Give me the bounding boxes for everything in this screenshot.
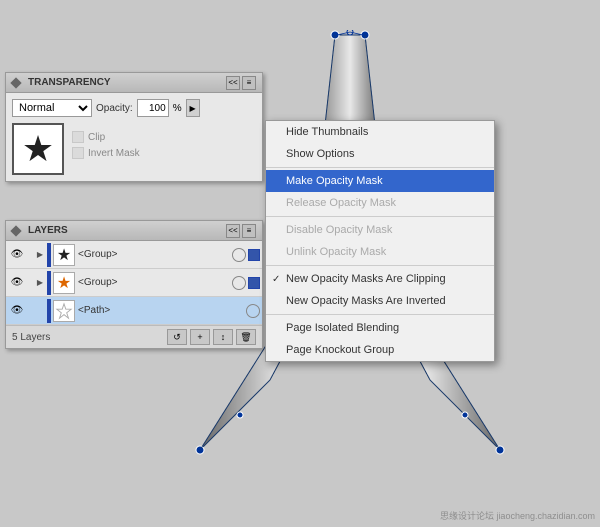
menu-new-masks-inverted[interactable]: New Opacity Masks Are Inverted: [266, 290, 494, 312]
clip-checkbox-row: Clip: [72, 131, 140, 143]
menu-make-opacity-mask-label: Make Opacity Mask: [286, 175, 383, 187]
layers-footer: 5 Layers ↺ + ↕ 🗑: [6, 325, 262, 348]
thumb-2: ★: [53, 272, 75, 294]
layer-target-3[interactable]: [246, 304, 260, 318]
eye-icon-3[interactable]: 👁: [8, 302, 26, 320]
menu-unlink-opacity-mask-label: Unlink Opacity Mask: [286, 246, 386, 258]
menu-new-masks-clipping[interactable]: New Opacity Masks Are Clipping: [266, 268, 494, 290]
layer-row-2[interactable]: 👁 ▶ ★ <Group>: [6, 269, 262, 297]
layers-rotate-btn[interactable]: ↺: [167, 329, 187, 345]
transparency-panel-header: TRANSPARENCY << ≡: [6, 73, 262, 93]
invert-checkbox: [72, 147, 84, 159]
menu-new-masks-clipping-label: New Opacity Masks Are Clipping: [286, 273, 446, 285]
transparency-title-text: TRANSPARENCY: [28, 77, 111, 88]
watermark: 思缘设计论坛 jiaocheng.chazidian.com: [440, 509, 595, 522]
menu-release-opacity-mask-label: Release Opacity Mask: [286, 197, 396, 209]
transparency-panel-controls: << ≡: [226, 76, 256, 90]
layers-panel: LAYERS << ≡ 👁 ▶ ★ <Group> 👁 ▶: [5, 220, 263, 349]
layer-icons-right-2: [232, 276, 260, 290]
menu-disable-opacity-mask: Disable Opacity Mask: [266, 219, 494, 241]
menu-separator-3: [266, 265, 494, 266]
transparency-menu-btn[interactable]: ≡: [242, 76, 256, 90]
percent-label: %: [173, 103, 182, 114]
transparency-collapse-btn[interactable]: <<: [226, 76, 240, 90]
layers-collapse-btn[interactable]: <<: [226, 224, 240, 238]
menu-new-masks-inverted-label: New Opacity Masks Are Inverted: [286, 295, 446, 307]
layers-diamond-icon: [10, 225, 21, 236]
layers-panel-header: LAYERS << ≡: [6, 221, 262, 241]
menu-show-options[interactable]: Show Options: [266, 143, 494, 165]
mask-preview-box: ★: [12, 123, 64, 175]
expand-1[interactable]: ▶: [33, 248, 47, 262]
diamond-icon: [10, 77, 21, 88]
blend-row: Normal Opacity: % ▶: [12, 99, 256, 117]
menu-separator-4: [266, 314, 494, 315]
layers-title-text: LAYERS: [28, 225, 68, 236]
thumb-1: ★: [53, 244, 75, 266]
expand-2[interactable]: ▶: [33, 276, 47, 290]
layer-name-3: <Path>: [78, 305, 246, 316]
menu-make-opacity-mask[interactable]: Make Opacity Mask: [266, 170, 494, 192]
thumb-3: [53, 300, 75, 322]
menu-release-opacity-mask: Release Opacity Mask: [266, 192, 494, 214]
eye-icon-2[interactable]: 👁: [8, 274, 26, 292]
layer-color-chip-1: [248, 249, 260, 261]
layers-body: 👁 ▶ ★ <Group> 👁 ▶ ★ <Group>: [6, 241, 262, 325]
layer-name-2: <Group>: [78, 277, 232, 288]
footer-btns: ↺ + ↕ 🗑: [167, 329, 256, 345]
layer-color-chip-2: [248, 277, 260, 289]
layer-row-1[interactable]: 👁 ▶ ★ <Group>: [6, 241, 262, 269]
menu-hide-thumbnails[interactable]: Hide Thumbnails: [266, 121, 494, 143]
color-bar-2: [47, 271, 51, 295]
menu-separator-1: [266, 167, 494, 168]
blend-mode-select[interactable]: Normal: [12, 99, 92, 117]
color-bar-3: [47, 299, 51, 323]
layers-delete-btn[interactable]: 🗑: [236, 329, 256, 345]
layer-name-1: <Group>: [78, 249, 232, 260]
layer-icons-right-1: [232, 248, 260, 262]
menu-separator-2: [266, 216, 494, 217]
layers-add-btn[interactable]: +: [190, 329, 210, 345]
color-bar-1: [47, 243, 51, 267]
clip-label: Clip: [88, 132, 105, 143]
layer-icons-right-3: [246, 304, 260, 318]
clip-checkbox: [72, 131, 84, 143]
invert-label: Invert Mask: [88, 148, 140, 159]
transparency-panel-title: TRANSPARENCY: [12, 77, 111, 88]
eye-icon-1[interactable]: 👁: [8, 246, 26, 264]
menu-show-options-label: Show Options: [286, 148, 354, 160]
layers-menu-btn[interactable]: ≡: [242, 224, 256, 238]
layers-move-btn[interactable]: ↕: [213, 329, 233, 345]
opacity-stepper[interactable]: ▶: [186, 99, 200, 117]
transparency-panel: TRANSPARENCY << ≡ Normal Opacity: % ▶ ★ …: [5, 72, 263, 182]
menu-hide-thumbnails-label: Hide Thumbnails: [286, 126, 368, 138]
transparency-panel-body: Normal Opacity: % ▶ ★ Clip Invert Mask: [6, 93, 262, 181]
layer-target-1[interactable]: [232, 248, 246, 262]
menu-page-knockout-label: Page Knockout Group: [286, 344, 394, 356]
mask-star-preview: ★: [22, 131, 54, 167]
layers-panel-controls: << ≡: [226, 224, 256, 238]
layers-count: 5 Layers: [12, 332, 50, 343]
layer-target-2[interactable]: [232, 276, 246, 290]
menu-page-knockout[interactable]: Page Knockout Group: [266, 339, 494, 361]
context-menu: Hide Thumbnails Show Options Make Opacit…: [265, 120, 495, 362]
menu-unlink-opacity-mask: Unlink Opacity Mask: [266, 241, 494, 263]
opacity-input[interactable]: [137, 99, 169, 117]
layers-panel-title: LAYERS: [12, 225, 68, 236]
mask-options: Clip Invert Mask: [72, 123, 140, 159]
menu-disable-opacity-mask-label: Disable Opacity Mask: [286, 224, 392, 236]
invert-checkbox-row: Invert Mask: [72, 147, 140, 159]
layer-row-3[interactable]: 👁 <Path>: [6, 297, 262, 325]
mask-preview-row: ★ Clip Invert Mask: [12, 123, 256, 175]
menu-page-isolated[interactable]: Page Isolated Blending: [266, 317, 494, 339]
menu-page-isolated-label: Page Isolated Blending: [286, 322, 399, 334]
opacity-label: Opacity:: [96, 103, 133, 114]
